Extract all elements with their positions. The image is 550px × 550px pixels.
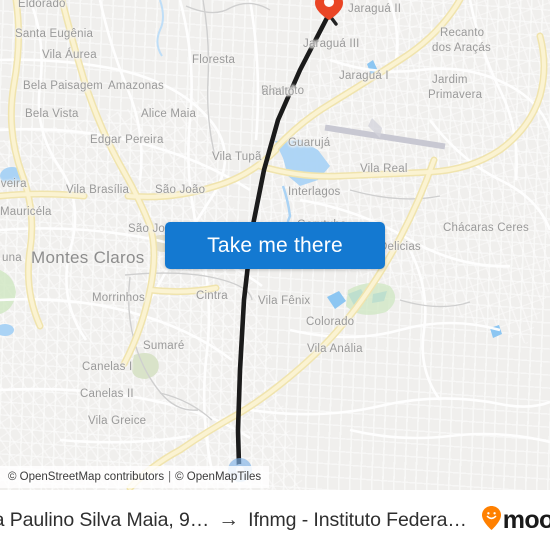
route-destination-label[interactable]: Ifnmg - Instituto Federa… — [248, 509, 467, 532]
take-me-there-button[interactable]: Take me there — [165, 222, 385, 269]
arrow-right-icon: → — [218, 507, 240, 531]
map-airport-runway — [324, 118, 446, 150]
route-footer-bar: Rua Paulino Silva Maia, 9… → Ifnmg - Ins… — [0, 490, 550, 550]
moovit-route-map-screen: Eldorado Santa Eugênia Vila Áurea Floresta B… — [0, 0, 550, 550]
map-path-roads — [124, 0, 471, 421]
attribution-separator: | — [168, 471, 172, 483]
route-origin-label[interactable]: Rua Paulino Silva Maia, 9… — [0, 509, 209, 532]
moovit-wordmark: moovit — [502, 505, 550, 534]
osm-attribution-link[interactable]: © OpenStreetMap contributors — [8, 471, 164, 483]
openmaptiles-attribution-link[interactable]: © OpenMapTiles — [175, 471, 261, 483]
moovit-logo[interactable]: moovit — [481, 505, 550, 535]
map-attribution: © OpenStreetMap contributors | © OpenMap… — [0, 466, 270, 488]
moovit-smiley-pin-icon — [481, 505, 501, 535]
map-canvas[interactable]: Eldorado Santa Eugênia Vila Áurea Floresta B… — [0, 0, 550, 490]
